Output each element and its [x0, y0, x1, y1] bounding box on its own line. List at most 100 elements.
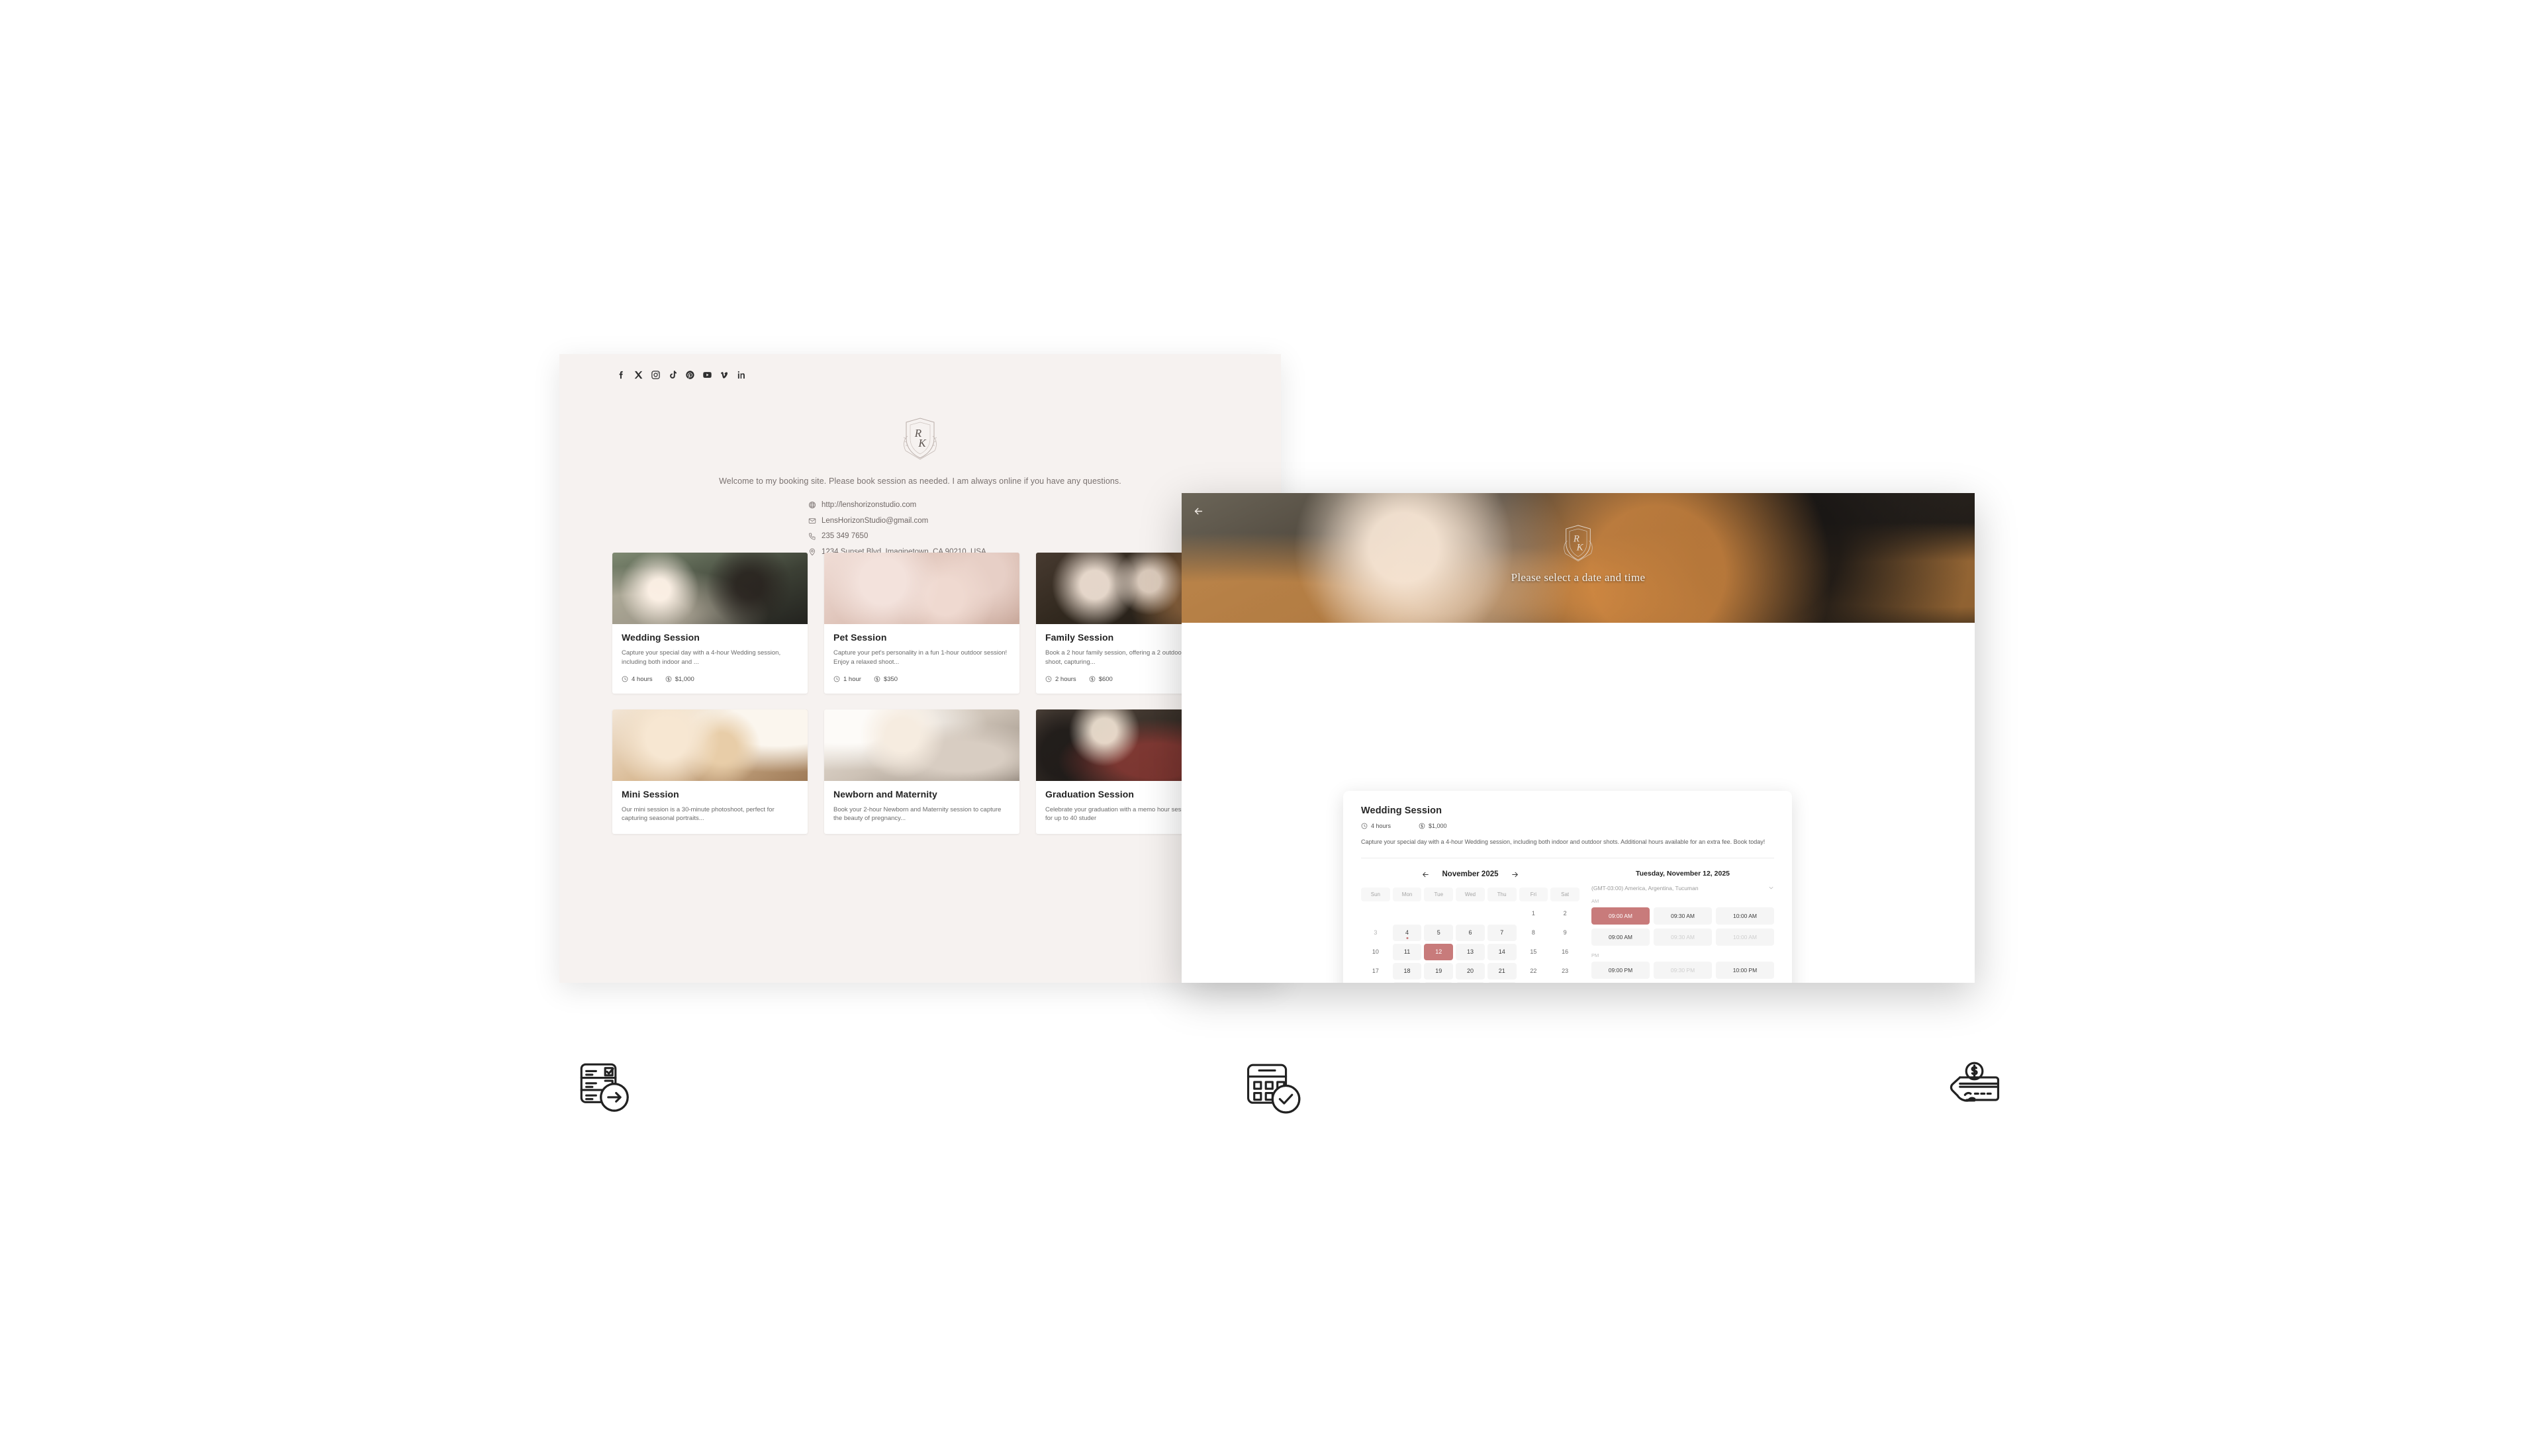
calendar-day[interactable]: 6	[1456, 924, 1485, 941]
calendar-day[interactable]: 25	[1392, 981, 1422, 983]
calendar-day[interactable]: 26	[1424, 981, 1454, 983]
time-slot-button[interactable]: 09:30 AM	[1654, 907, 1712, 925]
calendar-day-label: 22	[1530, 968, 1537, 975]
time-slot-button: 09:30 AM	[1654, 928, 1712, 946]
calendar-day[interactable]: 15	[1519, 944, 1548, 960]
session-price: $600	[1089, 676, 1113, 683]
session-card-mini[interactable]: Mini Session Our mini session is a 30-mi…	[612, 709, 808, 835]
calendar-day[interactable]: 14	[1487, 943, 1517, 960]
pinterest-icon[interactable]	[685, 370, 695, 380]
prev-month-button[interactable]	[1421, 870, 1431, 880]
calendar-day[interactable]: 24	[1361, 982, 1390, 983]
time-slot-button[interactable]: 09:00 PM	[1591, 961, 1650, 979]
clock-icon	[833, 676, 840, 682]
calendar-day-label: 8	[1531, 929, 1535, 936]
calendar-day[interactable]: 2	[1550, 905, 1579, 922]
calendar-day[interactable]: 23	[1550, 963, 1579, 979]
calendar-day[interactable]: 1	[1519, 905, 1548, 922]
calendar-day[interactable]: 3	[1361, 925, 1390, 941]
calendar-day-label: 5	[1436, 929, 1440, 936]
site-logo: R K	[559, 415, 1281, 461]
back-button[interactable]	[1191, 504, 1205, 518]
slot-group-label-pm: PM	[1591, 952, 1599, 958]
calendar-day[interactable]: 27	[1456, 981, 1485, 983]
modal-session-meta: 4 hours $1,000	[1361, 823, 1774, 829]
session-duration: 2 hours	[1045, 676, 1076, 683]
contact-phone[interactable]: 235 349 7650	[808, 532, 986, 540]
time-slot-button[interactable]: 09:00 AM	[1591, 928, 1650, 946]
calendar-day-label: 7	[1500, 929, 1504, 936]
modal-session-description: Capture your special day with a 4-hour W…	[1361, 839, 1765, 845]
tiktok-icon[interactable]	[668, 370, 678, 380]
calendar-day[interactable]: 7	[1487, 924, 1517, 941]
modal-session-price: $1,000	[1419, 823, 1447, 829]
calendar-day[interactable]: 20	[1456, 962, 1485, 979]
calendar-day-label: 9	[1563, 929, 1567, 936]
calendar-day[interactable]: 8	[1519, 925, 1548, 941]
session-card-wedding[interactable]: Wedding Session Capture your special day…	[612, 553, 808, 694]
hero-caption: Please select a date and time	[1511, 571, 1646, 584]
calendar-day[interactable]: 19	[1424, 962, 1454, 979]
session-photo	[612, 709, 808, 781]
facebook-icon[interactable]	[616, 370, 626, 380]
calendar-day-empty	[1424, 905, 1453, 922]
time-slot-button: 09:30 PM	[1654, 961, 1712, 979]
calendar-day[interactable]: 21	[1487, 962, 1517, 979]
contact-email[interactable]: LensHorizonStudio@gmail.com	[808, 517, 986, 525]
calendar-panel: November 2025 Sun Mon Tue Wed Thu Fri Sa…	[1361, 870, 1579, 983]
time-slot-button[interactable]: 10:00 AM	[1716, 907, 1774, 925]
time-slot-button[interactable]: 10:00 PM	[1716, 961, 1774, 979]
calendar-day[interactable]: 13	[1456, 943, 1485, 960]
calendar-day[interactable]: 22	[1519, 963, 1548, 979]
calendar-day[interactable]: 28	[1487, 981, 1517, 983]
calendar-day-label: 20	[1466, 968, 1474, 975]
svg-text:K: K	[918, 437, 927, 449]
session-title: Mini Session	[622, 788, 679, 799]
youtube-icon[interactable]	[702, 370, 712, 380]
calendar-day[interactable]: 4	[1392, 924, 1422, 941]
clock-icon	[1361, 823, 1368, 829]
linkedin-icon[interactable]	[737, 370, 747, 380]
timezone-selector[interactable]: (GMT-03:00) America, Argentina, Tucuman	[1591, 885, 1774, 891]
session-duration-text: 2 hours	[1055, 675, 1076, 683]
time-slot-label: 09:00 AM	[1609, 933, 1632, 940]
calendar-day-label: 17	[1372, 968, 1379, 975]
calendar-day[interactable]: 18	[1392, 962, 1422, 979]
session-price: $350	[874, 676, 898, 683]
session-card-newborn-maternity[interactable]: Newborn and Maternity Book your 2-hour N…	[824, 709, 1019, 835]
calendar-day-headers: Sun Mon Tue Wed Thu Fri Sat	[1361, 887, 1579, 901]
session-description: Capture your special day with a 4-hour W…	[622, 649, 781, 666]
calendar-day[interactable]: 29	[1519, 982, 1548, 983]
contact-website[interactable]: http://lenshorizonstudio.com	[808, 501, 986, 509]
calendar-day[interactable]: 30	[1550, 982, 1579, 983]
calendar-day-label: 4	[1405, 929, 1409, 936]
calendar-day[interactable]: 9	[1550, 925, 1579, 941]
session-photo	[824, 553, 1019, 624]
calendar-day-label: 13	[1466, 948, 1474, 956]
modal-hero-image: R K Please select a date and time	[1182, 493, 1975, 623]
calendar-day[interactable]: 5	[1424, 924, 1454, 941]
booking-site-window: R K Welcome to my booking site. Please b…	[559, 354, 1281, 983]
calendar-day[interactable]: 12	[1424, 943, 1454, 960]
calendar-day[interactable]: 17	[1361, 963, 1390, 979]
dow-thu: Thu	[1487, 887, 1517, 901]
dow-sat: Sat	[1550, 887, 1579, 901]
session-title: Newborn and Maternity	[833, 788, 937, 799]
social-links-bar	[616, 370, 747, 380]
time-slot-label: 09:30 AM	[1671, 933, 1695, 940]
session-description: Our mini session is a 30-minute photosho…	[622, 805, 775, 823]
time-slot-button: 10:00 AM	[1716, 928, 1774, 946]
time-slot-label: 09:00 PM	[1608, 966, 1633, 974]
instagram-icon[interactable]	[651, 370, 661, 380]
x-twitter-icon[interactable]	[634, 370, 643, 380]
vimeo-icon[interactable]	[720, 370, 730, 380]
calendar-day[interactable]: 16	[1550, 944, 1579, 960]
calendar-day[interactable]: 10	[1361, 944, 1390, 960]
calendar-day[interactable]: 11	[1392, 943, 1422, 960]
next-month-button[interactable]	[1510, 870, 1520, 880]
session-card-pet[interactable]: Pet Session Capture your pet's personali…	[824, 553, 1019, 694]
contact-info-list: http://lenshorizonstudio.com LensHorizon…	[808, 501, 986, 556]
session-title: Pet Session	[833, 632, 887, 643]
time-slot-button[interactable]: 09:00 AM	[1591, 907, 1650, 925]
dow-fri: Fri	[1519, 887, 1548, 901]
